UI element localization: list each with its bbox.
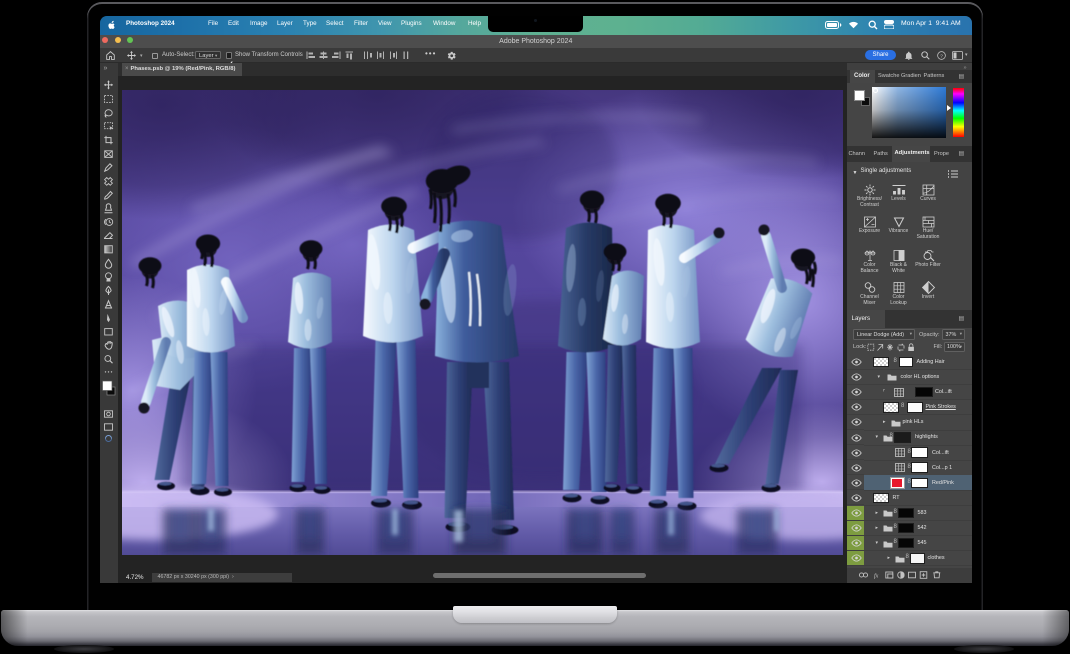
svg-text:?: ?: [940, 53, 943, 59]
svg-text:»: »: [104, 65, 108, 72]
svg-text:fx: fx: [874, 573, 879, 580]
